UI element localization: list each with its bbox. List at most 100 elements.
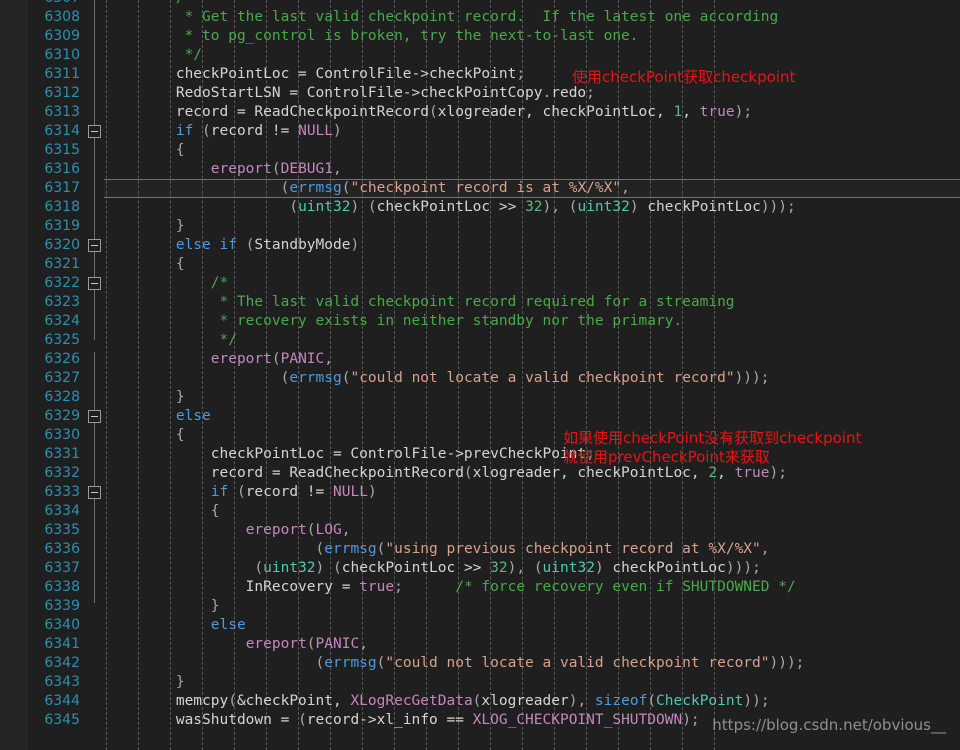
code-token: ); <box>682 712 700 728</box>
code-line[interactable]: (errmsg("could not locate a valid checkp… <box>106 654 960 673</box>
fold-toggle-icon[interactable] <box>88 410 101 423</box>
code-token: ; <box>516 66 526 82</box>
code-token: /* force recovery even if SHUTDOWNED */ <box>455 579 796 595</box>
line-number: 6337 <box>44 560 80 576</box>
code-token: ; <box>586 85 595 101</box>
code-line[interactable]: } <box>106 597 960 616</box>
editor-left-strip <box>0 0 28 750</box>
code-token: ( <box>271 351 281 367</box>
code-token: if <box>210 484 229 500</box>
code-line[interactable]: */ <box>106 46 960 65</box>
code-token: 32 <box>490 560 508 576</box>
code-token: } <box>175 389 185 405</box>
code-token: true <box>359 579 395 595</box>
code-line[interactable]: */ <box>106 331 960 350</box>
code-line[interactable]: /* <box>106 274 960 293</box>
line-number: 6317 <box>44 180 80 196</box>
code-token: else <box>175 408 211 424</box>
code-line[interactable]: ereport(PANIC, <box>106 350 960 369</box>
code-token: ) <box>629 199 648 215</box>
code-token: uint32 <box>577 199 630 215</box>
fold-rail <box>94 0 95 125</box>
code-line[interactable]: (uint32) (checkPointLoc >> 32), (uint32)… <box>106 198 960 217</box>
line-number: 6308 <box>44 9 80 25</box>
code-line[interactable]: if (record != NULL) <box>106 483 960 502</box>
fold-toggle-icon[interactable] <box>88 239 101 252</box>
code-token: ( <box>306 636 316 652</box>
code-line[interactable]: checkPointLoc = ControlFile->checkPoint; <box>106 65 960 84</box>
code-line[interactable]: InRecovery = true; /* force recovery eve… <box>106 578 960 597</box>
code-folding-column[interactable] <box>84 0 106 750</box>
code-line[interactable]: ereport(LOG, <box>106 521 960 540</box>
fold-toggle-icon[interactable] <box>88 277 101 290</box>
code-line[interactable]: /* <box>106 0 960 8</box>
line-number: 6312 <box>44 85 80 101</box>
annotation-text: 就使用prevCheckPoint来获取 <box>563 448 770 466</box>
code-line[interactable]: (uint32) (checkPointLoc >> 32), (uint32)… <box>106 559 960 578</box>
code-token: true <box>699 104 735 120</box>
code-line[interactable]: * The last valid checkpoint record requi… <box>106 293 960 312</box>
code-line[interactable]: (errmsg("using previous checkpoint recor… <box>106 540 960 559</box>
code-token: ereport <box>210 161 272 177</box>
code-token: ( <box>228 693 237 709</box>
code-line[interactable]: else <box>106 616 960 635</box>
code-line[interactable]: } <box>106 217 960 236</box>
code-token: InRecovery = <box>106 579 360 595</box>
code-token: , <box>359 636 368 652</box>
code-line[interactable]: (errmsg("checkpoint record is at %X/%X", <box>106 179 960 198</box>
line-number: 6310 <box>44 47 80 63</box>
code-token: , <box>717 465 735 481</box>
code-token: ), <box>568 693 595 709</box>
fold-rail <box>94 290 95 340</box>
code-line[interactable]: } <box>106 673 960 692</box>
fold-rail <box>94 252 95 277</box>
code-line[interactable]: record = ReadCheckpointRecord(xlogreader… <box>106 103 960 122</box>
code-surface[interactable]: /* * Get the last valid checkpoint recor… <box>104 0 960 750</box>
code-line[interactable]: RedoStartLSN = ControlFile->checkPointCo… <box>106 84 960 103</box>
code-token: } <box>175 674 185 690</box>
code-line[interactable]: record = ReadCheckpointRecord(xlogreader… <box>106 464 960 483</box>
code-token: record != <box>245 484 334 500</box>
code-line[interactable]: ereport(PANIC, <box>106 635 960 654</box>
code-token: ), <box>507 560 534 576</box>
code-token: { <box>175 427 185 443</box>
code-line[interactable]: else if (StandbyMode) <box>106 236 960 255</box>
line-number: 6311 <box>44 66 80 82</box>
code-line[interactable]: (errmsg("could not locate a valid checkp… <box>106 369 960 388</box>
fold-toggle-icon[interactable] <box>88 125 101 138</box>
code-editor[interactable]: 63076308 6309 6310 6311 6312 6313 6314 6315 6316… <box>0 0 960 750</box>
code-token: } <box>175 218 185 234</box>
line-number: 6341 <box>44 636 80 652</box>
line-number: 6328 <box>44 389 80 405</box>
fold-toggle-icon[interactable] <box>88 486 101 499</box>
code-token: ( <box>254 560 264 576</box>
code-token: ( <box>367 199 377 215</box>
code-line[interactable]: * Get the last valid checkpoint record. … <box>106 8 960 27</box>
code-token: ; <box>743 104 753 120</box>
code-line[interactable]: { <box>106 502 960 521</box>
code-token: ) <box>333 123 342 139</box>
code-token: 32 <box>525 199 543 215</box>
code-line[interactable]: * to pg_control is broken, try the next-… <box>106 27 960 46</box>
code-line[interactable]: else <box>106 407 960 426</box>
code-token: ) <box>594 560 613 576</box>
code-line[interactable]: if (record != NULL) <box>106 122 960 141</box>
code-line[interactable]: ereport(DEBUG1, <box>106 160 960 179</box>
code-line[interactable]: memcpy(&checkPoint, XLogRecGetData(xlogr… <box>106 692 960 711</box>
code-token: */ <box>106 332 237 348</box>
line-number: 6320 <box>44 237 80 253</box>
code-line[interactable]: * recovery exists in neither standby nor… <box>106 312 960 331</box>
code-line[interactable]: } <box>106 388 960 407</box>
code-line[interactable]: { <box>106 141 960 160</box>
code-token: memcpy <box>106 693 229 709</box>
code-line[interactable]: { <box>106 255 960 274</box>
code-token: XLogRecGetData <box>350 693 473 709</box>
